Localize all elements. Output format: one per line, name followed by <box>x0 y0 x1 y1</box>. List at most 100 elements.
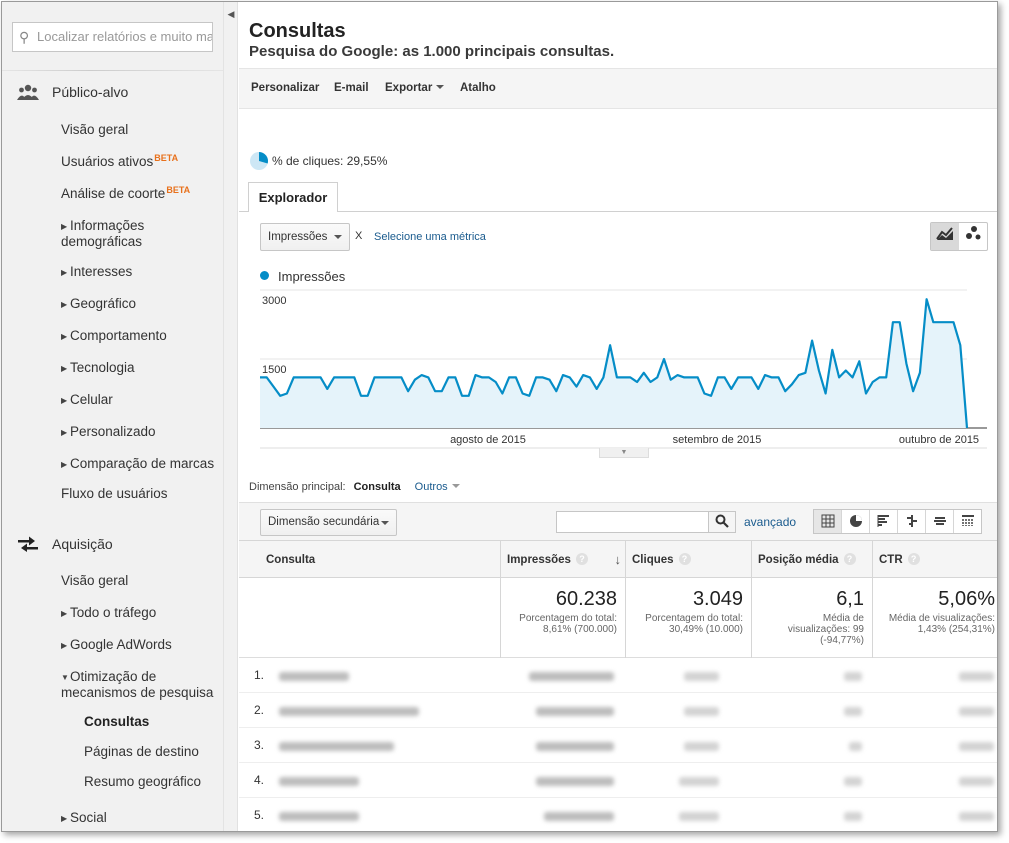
motion-chart-icon[interactable] <box>960 223 988 250</box>
export-button[interactable]: Exportar <box>385 82 445 94</box>
nav-custom[interactable]: ▶ Personalizado <box>61 424 156 440</box>
chart-resize-handle[interactable]: ▼ <box>599 448 649 458</box>
help-icon[interactable]: ? <box>575 553 588 565</box>
search-icon <box>715 514 729 528</box>
secondary-dimension-select[interactable]: Dimensão secundária <box>260 509 397 536</box>
col-avg-position[interactable]: Posição média? <box>751 541 872 577</box>
section-acquisition[interactable]: Aquisição <box>2 533 223 555</box>
table-row[interactable]: 1. <box>239 658 997 693</box>
nav-audience-overview[interactable]: Visão geral <box>61 122 128 137</box>
beta-badge: BETA <box>166 185 191 195</box>
nav-adwords[interactable]: ▶ Google AdWords <box>61 637 172 653</box>
remove-metric-button[interactable]: X <box>355 230 362 242</box>
redacted-value <box>536 742 614 751</box>
nav-users-flow[interactable]: Fluxo de usuários <box>61 486 168 501</box>
nav-label: Visão geral <box>61 122 129 137</box>
performance-view-icon[interactable] <box>870 510 898 533</box>
expand-triangle-icon: ▶ <box>61 609 68 618</box>
total-ctr: 5,06% Média de visualizações: 1,43% (254,… <box>872 578 997 658</box>
col-label: Posição média <box>758 554 839 566</box>
row-number: 1. <box>254 668 265 682</box>
sidebar-collapse-strip[interactable]: ◀ <box>224 2 238 831</box>
help-icon[interactable]: ? <box>678 553 691 565</box>
col-clicks[interactable]: Cliques? <box>625 541 751 577</box>
nav-label: Celular <box>70 392 113 407</box>
nav-queries[interactable]: Consultas <box>84 714 149 729</box>
main-content: Consultas Pesquisa do Google: as 1.000 p… <box>239 2 997 831</box>
total-note-line: Porcentagem do total: <box>645 613 743 624</box>
help-icon[interactable]: ? <box>843 553 856 565</box>
nav-label: Otimização de mecanismos de pesquisa <box>61 669 214 700</box>
redacted-query <box>279 777 359 786</box>
redacted-query <box>279 812 359 821</box>
redacted-value <box>684 742 719 751</box>
expand-triangle-icon: ▶ <box>61 268 68 277</box>
nav-behavior[interactable]: ▶ Comportamento <box>61 328 167 344</box>
nav-all-traffic[interactable]: ▶ Todo o tráfego <box>61 605 156 621</box>
nav-acquisition-overview[interactable]: Visão geral <box>61 573 128 588</box>
customize-button[interactable]: Personalizar <box>251 82 319 94</box>
redacted-value <box>959 707 994 716</box>
nav-geo[interactable]: ▶ Geográfico <box>61 296 136 312</box>
expand-triangle-icon: ▶ <box>61 364 68 373</box>
col-label: Cliques <box>632 554 674 566</box>
nav-technology[interactable]: ▶ Tecnologia <box>61 360 135 376</box>
nav-geo-summary[interactable]: Resumo geográfico <box>84 774 201 789</box>
nav-seo[interactable]: ▼Otimização de mecanismos de pesquisa <box>61 669 221 700</box>
term-cloud-view-icon[interactable] <box>926 510 954 533</box>
total-value: 6,1 <box>836 588 864 610</box>
total-value: 3.049 <box>692 588 743 610</box>
legend-dot <box>260 271 269 280</box>
page-title: Consultas <box>249 20 346 42</box>
chart-type-toggle <box>930 222 988 251</box>
col-ctr[interactable]: CTR? <box>872 541 997 577</box>
nav-mobile[interactable]: ▶ Celular <box>61 392 113 408</box>
line-chart-icon[interactable] <box>931 223 959 250</box>
redacted-query <box>279 707 419 716</box>
primary-dimension-value[interactable]: Consulta <box>354 481 401 493</box>
clicks-percentage: % de cliques: 29,55% <box>249 151 387 171</box>
tab-explorer[interactable]: Explorador <box>248 182 338 212</box>
help-icon[interactable]: ? <box>907 553 920 565</box>
table-row[interactable]: 2. <box>239 693 997 728</box>
report-toolbar: Personalizar E-mail Exportar Atalho <box>239 68 997 109</box>
row-number: 2. <box>254 703 265 717</box>
section-audience-label: Público-alvo <box>52 84 129 100</box>
collapse-left-icon[interactable]: ◀ <box>224 2 238 26</box>
nav-landing-pages[interactable]: Páginas de destino <box>84 744 199 759</box>
pivot-view-icon[interactable] <box>954 510 982 533</box>
table-row[interactable]: 4. <box>239 763 997 798</box>
expand-triangle-icon: ▶ <box>61 396 68 405</box>
table-row[interactable]: 3. <box>239 728 997 763</box>
other-dimensions-link[interactable]: Outros <box>415 481 460 493</box>
nav-interests[interactable]: ▶ Interesses <box>61 264 132 280</box>
advanced-filter-link[interactable]: avançado <box>744 515 796 529</box>
nav-label: Páginas de destino <box>84 744 199 759</box>
comparison-view-icon[interactable] <box>898 510 926 533</box>
select-metric-link[interactable]: Selecione uma métrica <box>374 231 486 243</box>
metric-select[interactable]: Impressões <box>260 223 350 251</box>
table-filter-input[interactable] <box>556 511 709 533</box>
expand-triangle-icon: ▶ <box>61 428 68 437</box>
pie-view-icon[interactable] <box>842 510 870 533</box>
total-note-line: Média de visualizações: <box>888 613 995 624</box>
nav-active-users[interactable]: Usuários ativosBETA <box>61 151 178 169</box>
nav-social[interactable]: ▶ Social <box>61 810 107 826</box>
nav-cohort-analysis[interactable]: Análise de coorteBETA <box>61 183 190 201</box>
total-note: Média de visualizações: 1,43% (254,31%) <box>873 613 995 635</box>
col-query[interactable]: Consulta <box>239 541 500 577</box>
nav-demographics[interactable]: ▶ Informações demográficas <box>61 218 166 249</box>
report-search-input[interactable]: ⚲ Localizar relatórios e muito mais <box>12 22 213 52</box>
redacted-value <box>684 672 719 681</box>
total-clicks: 3.049 Porcentagem do total: 30,49% (10.00… <box>625 578 751 658</box>
nav-label: Todo o tráfego <box>70 605 157 620</box>
table-row[interactable]: 5. <box>239 798 997 831</box>
total-note-line: 8,61% (700.000) <box>543 624 617 635</box>
shortcut-button[interactable]: Atalho <box>460 82 496 94</box>
email-button[interactable]: E-mail <box>334 82 369 94</box>
table-view-icon[interactable] <box>814 510 842 533</box>
table-search-button[interactable] <box>709 511 736 533</box>
col-impressions[interactable]: Impressões? ↓ <box>500 541 625 577</box>
nav-benchmarking[interactable]: ▶ Comparação de marcas <box>61 456 214 472</box>
section-audience[interactable]: Público-alvo <box>2 81 223 103</box>
